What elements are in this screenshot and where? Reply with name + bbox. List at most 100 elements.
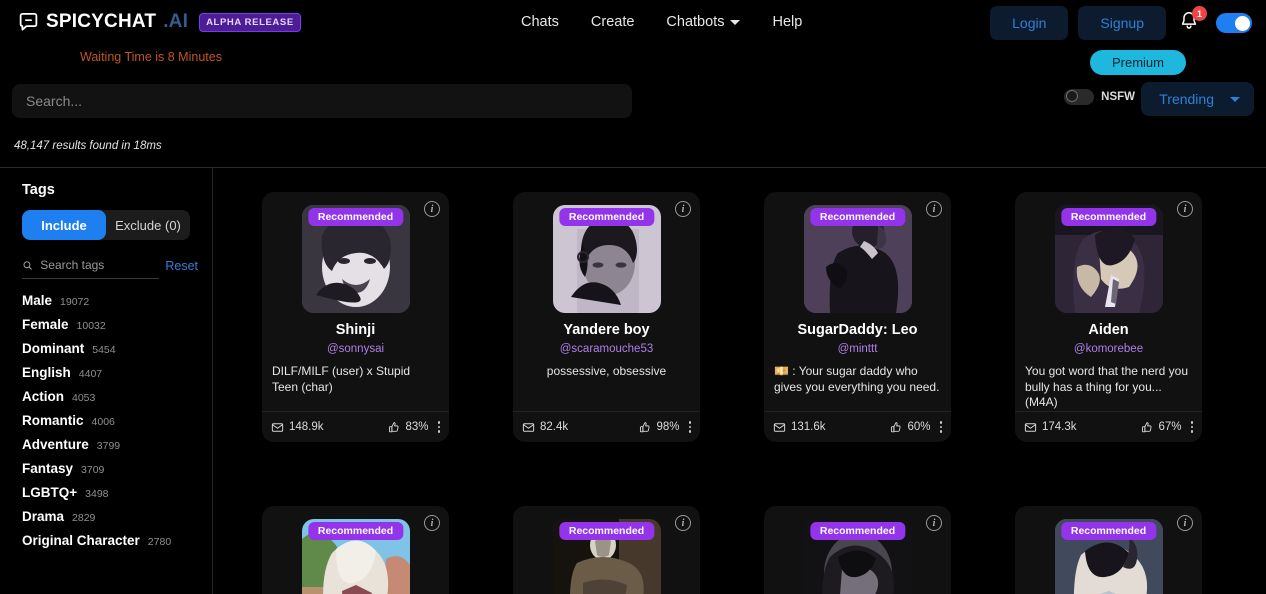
kebab-menu-icon[interactable] xyxy=(437,421,440,433)
envelope-icon xyxy=(522,422,535,432)
card-author-handle[interactable]: @scaramouche53 xyxy=(513,343,700,355)
card-title: Aiden xyxy=(1088,322,1129,338)
tag-item-adventure[interactable]: Adventure 3799 xyxy=(22,437,194,452)
info-icon[interactable]: i xyxy=(926,515,942,531)
top-navigation-bar: SPICYCHAT .AI ALPHA RELEASE Waiting Time… xyxy=(0,0,1266,75)
tag-name: Original Character xyxy=(22,533,140,548)
card-footer: 131.6k 60% xyxy=(764,411,951,442)
tag-count: 3799 xyxy=(96,440,121,452)
nsfw-label: NSFW xyxy=(1101,91,1135,103)
include-tab[interactable]: Include xyxy=(22,210,106,240)
nsfw-toggle-knob xyxy=(1065,90,1078,102)
card-author-handle[interactable]: @minttt xyxy=(764,343,951,355)
chatbot-card[interactable]: i Recommended Yandere boy @scaramouche53… xyxy=(513,192,700,442)
recommended-badge: Recommended xyxy=(558,522,655,540)
tag-count: 3709 xyxy=(81,464,105,476)
card-footer: 82.4k 98% xyxy=(513,411,700,442)
card-message-count: 174.3k xyxy=(1024,421,1077,434)
card-message-value: 174.3k xyxy=(1042,421,1077,433)
card-message-count: 148.9k xyxy=(271,421,324,434)
tag-search-box[interactable] xyxy=(22,258,160,279)
nsfw-toggle[interactable] xyxy=(1064,89,1095,105)
chatbot-card[interactable]: i Recommended xyxy=(764,506,951,594)
info-icon[interactable]: i xyxy=(424,201,440,217)
tag-count: 10032 xyxy=(76,320,106,332)
card-description: You got word that the nerd you bully has… xyxy=(1025,364,1189,410)
tag-item-romantic[interactable]: Romantic 4006 xyxy=(22,413,194,428)
tag-name: LGBTQ+ xyxy=(22,485,78,500)
nav-item-chatbots-label: Chatbots xyxy=(666,14,725,30)
info-icon[interactable]: i xyxy=(1177,201,1193,217)
recommended-badge: Recommended xyxy=(1060,208,1157,226)
tag-item-male[interactable]: Male 19072 xyxy=(22,293,194,308)
card-rating: 83% xyxy=(387,421,429,434)
brand-logo[interactable]: SPICYCHAT .AI ALPHA RELEASE xyxy=(18,11,301,33)
card-rating-value: 60% xyxy=(907,421,931,433)
card-author-handle[interactable]: @komorebee xyxy=(1015,343,1202,355)
tag-item-drama[interactable]: Drama 2829 xyxy=(22,509,194,524)
info-icon[interactable]: i xyxy=(424,515,440,531)
card-thumbnail-wrap xyxy=(262,506,449,594)
tag-item-action[interactable]: Action 4053 xyxy=(22,389,194,404)
brand-name: SPICYCHAT xyxy=(46,11,157,32)
notifications-button[interactable]: 1 xyxy=(1178,6,1207,37)
card-message-count: 131.6k xyxy=(773,421,826,434)
tag-count: 4006 xyxy=(91,416,115,428)
login-button[interactable]: Login xyxy=(990,6,1069,40)
tag-count: 19072 xyxy=(60,296,90,308)
sort-dropdown[interactable]: Trending xyxy=(1141,82,1254,116)
theme-toggle[interactable] xyxy=(1216,13,1252,33)
info-icon[interactable]: i xyxy=(926,201,942,217)
card-description: 💴 : Your sugar daddy who gives you every… xyxy=(774,364,940,394)
kebab-menu-icon[interactable] xyxy=(939,421,942,433)
tag-count: 4053 xyxy=(72,392,96,404)
nav-item-chatbots[interactable]: Chatbots xyxy=(650,14,756,30)
info-icon[interactable]: i xyxy=(1177,515,1193,531)
tag-search-input[interactable] xyxy=(40,258,160,272)
nav-item-help[interactable]: Help xyxy=(756,14,818,30)
chatbot-card[interactable]: i Recommended Aiden @komorebee You got w… xyxy=(1015,192,1202,442)
tag-item-original-character[interactable]: Original Character 2780 xyxy=(22,533,194,548)
signup-button[interactable]: Signup xyxy=(1078,6,1166,40)
exclude-tab[interactable]: Exclude (0) xyxy=(106,210,190,240)
tag-item-lgbtq[interactable]: LGBTQ+ 3498 xyxy=(22,485,194,500)
card-rating: 98% xyxy=(638,421,680,434)
card-description: possessive, obsessive xyxy=(546,364,667,378)
thumbs-up-icon xyxy=(891,421,901,432)
card-rating-value: 83% xyxy=(405,421,429,433)
card-thumbnail-wrap xyxy=(764,506,951,594)
card-title: Shinji xyxy=(335,322,376,338)
chat-bubble-icon xyxy=(18,12,39,33)
notification-count-badge: 1 xyxy=(1192,6,1207,21)
kebab-menu-icon[interactable] xyxy=(1190,421,1193,433)
chatbot-card[interactable]: i Recommended xyxy=(262,506,449,594)
nav-item-chats[interactable]: Chats xyxy=(505,14,575,30)
chatbot-card[interactable]: i Recommended SugarDaddy: Leo @minttt 💴 … xyxy=(764,192,951,442)
info-icon[interactable]: i xyxy=(675,201,691,217)
tags-sidebar: Tags Include Exclude (0) Reset Male 1907… xyxy=(0,168,212,594)
card-message-value: 82.4k xyxy=(540,421,569,433)
chevron-down-icon xyxy=(1230,96,1240,102)
info-icon[interactable]: i xyxy=(675,515,691,531)
tag-count: 5454 xyxy=(92,344,116,356)
chatbot-card[interactable]: i Recommended Shinji @sonnysai DILF/MILF… xyxy=(262,192,449,442)
spicychat-browse-page: SPICYCHAT .AI ALPHA RELEASE Waiting Time… xyxy=(0,0,1266,594)
tag-count: 2829 xyxy=(72,512,96,524)
card-author-handle[interactable]: @sonnysai xyxy=(262,343,449,355)
search-input[interactable] xyxy=(12,84,632,118)
tag-name: Adventure xyxy=(22,437,89,452)
chatbot-card[interactable]: i Recommended xyxy=(1015,506,1202,594)
card-rating: 67% xyxy=(1140,421,1182,434)
kebab-menu-icon[interactable] xyxy=(688,421,691,433)
tag-item-dominant[interactable]: Dominant 5454 xyxy=(22,341,194,356)
nav-item-create[interactable]: Create xyxy=(575,14,651,30)
tag-name: Romantic xyxy=(22,413,84,428)
tag-item-female[interactable]: Female 10032 xyxy=(22,317,194,332)
premium-button[interactable]: Premium xyxy=(1089,50,1186,75)
tag-item-english[interactable]: English 4407 xyxy=(22,365,194,380)
reset-tags-link[interactable]: Reset xyxy=(165,259,198,279)
envelope-icon xyxy=(773,422,786,432)
chatbot-card[interactable]: i Recommended xyxy=(513,506,700,594)
tag-name: Dominant xyxy=(22,341,85,356)
tag-item-fantasy[interactable]: Fantasy 3709 xyxy=(22,461,194,476)
